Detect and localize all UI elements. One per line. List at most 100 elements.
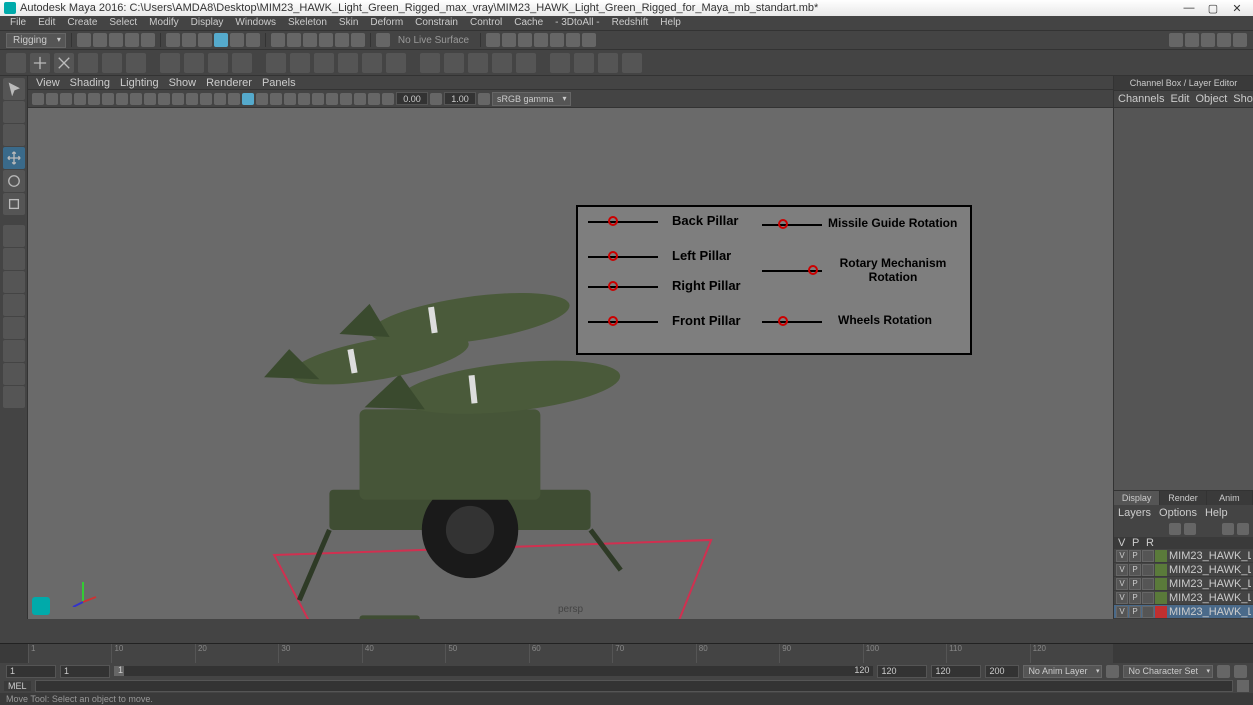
layer-playback-toggle[interactable]: P [1129,592,1141,604]
hypershade-icon[interactable] [550,33,564,47]
toggle-b-icon[interactable] [1185,33,1199,47]
channel-menu-edit[interactable]: Edit [1170,93,1189,105]
viewport[interactable]: Back Pillar Left Pillar Right Pillar Fro… [28,108,1113,619]
shelf-tool-3[interactable] [78,53,98,73]
shelf-tool-13[interactable] [338,53,358,73]
select-multi-icon[interactable] [246,33,260,47]
layer-ref-toggle[interactable] [1142,550,1154,562]
layer-ref-toggle[interactable] [1142,592,1154,604]
grease-pencil-icon[interactable] [102,93,114,105]
layer-color-swatch[interactable] [1155,550,1167,562]
channel-menu-channels[interactable]: Channels [1118,93,1164,105]
shelf-tool-20[interactable] [516,53,536,73]
menu-control[interactable]: Control [464,16,508,30]
layer-row[interactable]: VPMIM23_HAWK_Light_G [1114,577,1253,591]
shelf-tool-10[interactable] [266,53,286,73]
menu-windows[interactable]: Windows [229,16,282,30]
ao-icon[interactable] [284,93,296,105]
select-tool[interactable] [3,78,25,100]
view-transform-icon[interactable] [478,93,490,105]
shelf-tab-icon[interactable] [6,53,26,73]
layer-vis-toggle[interactable]: V [1116,564,1128,576]
layer-ref-toggle[interactable] [1142,578,1154,590]
anim-layer-dropdown[interactable]: No Anim Layer [1023,665,1102,678]
layer-playback-toggle[interactable]: P [1129,564,1141,576]
shelf-tool-4[interactable] [102,53,122,73]
panel-menu-lighting[interactable]: Lighting [120,76,159,89]
grid-toggle-icon[interactable] [116,93,128,105]
layout-single-icon[interactable] [3,225,25,247]
menu-file[interactable]: File [4,16,32,30]
layer-color-swatch[interactable] [1155,592,1167,604]
motion-blur-icon[interactable] [298,93,310,105]
shadows-icon[interactable] [270,93,282,105]
layer-menu-options[interactable]: Options [1159,507,1197,519]
shelf-tool-11[interactable] [290,53,310,73]
panel-menu-show[interactable]: Show [169,76,197,89]
minimize-button[interactable]: — [1177,2,1201,14]
snap-grid-icon[interactable] [271,33,285,47]
shelf-tool-21[interactable] [550,53,570,73]
script-editor-icon[interactable] [1237,680,1249,692]
layer-playback-toggle[interactable]: P [1129,550,1141,562]
safe-action-icon[interactable] [186,93,198,105]
render-view-icon[interactable] [566,33,580,47]
tab-render[interactable]: Render [1160,491,1206,505]
snap-live-icon[interactable] [351,33,365,47]
snap-point-icon[interactable] [303,33,317,47]
save-scene-icon[interactable] [109,33,123,47]
menu-select[interactable]: Select [103,16,143,30]
colorspace-dropdown[interactable]: sRGB gamma [492,92,571,106]
snap-center-icon[interactable] [335,33,349,47]
scale-tool[interactable] [3,193,25,215]
time-slider[interactable]: 1102030405060708090100110120 [0,643,1253,663]
layout-three-icon[interactable] [3,317,25,339]
shelf-tool-5[interactable] [126,53,146,73]
channel-menu-object[interactable]: Object [1195,93,1227,105]
layer-vis-toggle[interactable]: V [1116,578,1128,590]
menu-create[interactable]: Create [61,16,103,30]
shelf-tool-23[interactable] [598,53,618,73]
shelf-tool-16[interactable] [420,53,440,73]
field-chart-icon[interactable] [172,93,184,105]
layout-outliner-icon[interactable] [3,340,25,362]
layer-row[interactable]: VPMIM23_HAWK_Light_G [1114,563,1253,577]
layer-menu-layers[interactable]: Layers [1118,507,1151,519]
layer-ref-toggle[interactable] [1142,564,1154,576]
image-plane-icon[interactable] [74,93,86,105]
shelf-tool-12[interactable] [314,53,334,73]
dof-icon[interactable] [326,93,338,105]
shelf-tool-14[interactable] [362,53,382,73]
range-end-outer[interactable] [931,665,981,678]
toggle-e-icon[interactable] [1233,33,1247,47]
layer-color-swatch[interactable] [1155,564,1167,576]
menu-deform[interactable]: Deform [364,16,409,30]
menu-edit[interactable]: Edit [32,16,61,30]
tab-anim[interactable]: Anim [1207,491,1253,505]
shelf-tool-8[interactable] [208,53,228,73]
shelf-tool-2[interactable] [54,53,74,73]
shelf-tool-6[interactable] [160,53,180,73]
use-lights-icon[interactable] [256,93,268,105]
gamma-icon[interactable] [430,93,442,105]
smooth-shade-icon[interactable] [228,93,240,105]
shelf-tool-22[interactable] [574,53,594,73]
snap-curve-icon[interactable] [287,33,301,47]
layer-color-swatch[interactable] [1155,606,1167,618]
shelf-tool-7[interactable] [184,53,204,73]
select-uv-icon[interactable] [230,33,244,47]
script-lang-toggle[interactable]: MEL [4,681,31,691]
live-surface-icon[interactable] [376,33,390,47]
shelf-tool-15[interactable] [386,53,406,73]
paint-select-tool[interactable] [3,124,25,146]
toggle-a-icon[interactable] [1169,33,1183,47]
layout-graph-icon[interactable] [3,363,25,385]
textured-icon[interactable] [242,93,254,105]
camera-bookmark-icon[interactable] [60,93,72,105]
layer-ref-toggle[interactable] [1142,606,1154,618]
render-settings-icon[interactable] [534,33,548,47]
layer-move-up-icon[interactable] [1169,523,1181,535]
open-scene-icon[interactable] [93,33,107,47]
resolution-gate-icon[interactable] [144,93,156,105]
auto-key-icon[interactable] [1217,665,1230,678]
